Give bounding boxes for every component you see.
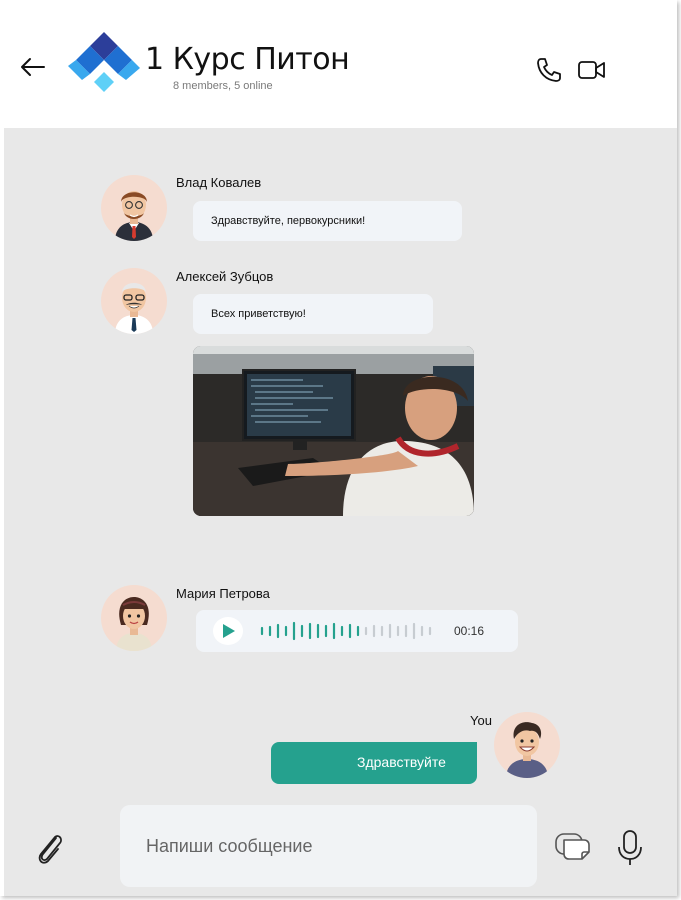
chat-members-status: 8 members, 5 online — [173, 80, 273, 92]
video-camera-icon[interactable] — [577, 55, 607, 85]
message-bubble[interactable]: Всех приветствую! — [193, 294, 433, 334]
sender-name: You — [470, 713, 492, 728]
chat-title: 1 Курс Питон — [145, 42, 350, 77]
play-button[interactable] — [213, 617, 243, 645]
message-bubble[interactable]: Здравствуйте, первокурсники! — [193, 201, 462, 241]
voice-message: 00:16 — [196, 610, 518, 652]
chat-header: 1 Курс Питон 8 members, 5 online — [4, 0, 677, 128]
avatar[interactable] — [101, 585, 167, 651]
group-logo-icon — [68, 32, 140, 92]
sticker-icon[interactable] — [554, 830, 592, 864]
paperclip-icon[interactable] — [32, 828, 68, 868]
sender-name: Влад Ковалев — [176, 175, 262, 190]
sender-name: Алексей Зубцов — [176, 269, 274, 284]
message-input[interactable] — [120, 805, 537, 887]
microphone-icon[interactable] — [616, 828, 644, 868]
chat-window: 1 Курс Питон 8 members, 5 online Влад Ко… — [0, 0, 677, 896]
avatar[interactable] — [494, 712, 560, 778]
phone-icon[interactable] — [534, 55, 564, 85]
composer-bar — [4, 805, 677, 896]
avatar[interactable] — [101, 175, 167, 241]
message-text: Всех приветствую! — [211, 308, 306, 320]
play-icon — [223, 624, 235, 638]
own-message-bubble[interactable]: Здравствуйте — [271, 742, 477, 784]
sender-name: Мария Петрова — [176, 586, 270, 601]
avatar[interactable] — [101, 268, 167, 334]
message-text: Здравствуйте — [357, 754, 446, 770]
back-arrow-icon[interactable] — [18, 52, 48, 82]
voice-duration: 00:16 — [454, 624, 485, 638]
image-attachment[interactable] — [193, 346, 474, 516]
voice-waveform[interactable] — [256, 618, 446, 644]
message-list: Влад Ковалев Здравствуйте, первокурсники… — [4, 128, 677, 808]
message-text: Здравствуйте, первокурсники! — [211, 215, 366, 227]
